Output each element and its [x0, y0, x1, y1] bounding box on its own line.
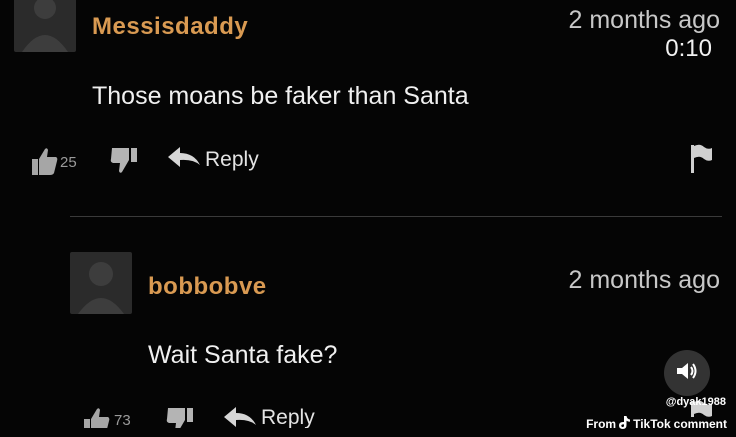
video-elapsed-time: 0:10	[665, 35, 712, 62]
dislike-button[interactable]	[110, 146, 138, 174]
like-button[interactable]	[84, 406, 110, 428]
thumbs-down-icon	[110, 148, 138, 178]
thumbs-up-icon	[32, 148, 58, 180]
comment-suffix: comment	[673, 417, 727, 431]
dislike-button[interactable]	[166, 406, 194, 428]
tiktok-watermark: From TikTok comment	[586, 416, 727, 432]
tiktok-note-icon	[619, 416, 631, 432]
sound-toggle-button[interactable]	[664, 350, 710, 396]
flag-button[interactable]	[690, 144, 712, 174]
reply-button[interactable]: Reply	[168, 146, 259, 173]
tiktok-handle[interactable]: @dyak1988	[666, 396, 726, 408]
comment-text: Wait Santa fake?	[148, 341, 338, 369]
action-row-cutoff: 73 Reply	[0, 402, 600, 437]
flag-icon	[690, 144, 712, 178]
reply-arrow-icon	[224, 406, 256, 428]
reply-arrow-icon	[168, 146, 200, 173]
like-count: 25	[60, 154, 77, 171]
from-label: From	[586, 417, 617, 431]
like-button[interactable]	[32, 146, 58, 176]
tiktok-brand: TikTok	[633, 417, 671, 431]
reply-label: Reply	[205, 147, 259, 171]
comment-username[interactable]: Messisdaddy	[92, 13, 248, 41]
thumbs-up-icon	[84, 408, 110, 428]
thumbs-down-icon	[166, 408, 194, 428]
comment-timestamp: 2 months ago	[568, 266, 721, 294]
comment-divider	[70, 216, 722, 217]
avatar[interactable]	[70, 252, 132, 314]
reply-button[interactable]: Reply	[224, 406, 315, 428]
reply-label: Reply	[261, 406, 315, 428]
comment-text: Those moans be faker than Santa	[92, 82, 469, 110]
comment-timestamp: 2 months ago	[568, 6, 721, 34]
comment-username[interactable]: bobbobve	[148, 273, 267, 301]
speaker-icon	[676, 361, 698, 386]
avatar[interactable]	[14, 0, 76, 52]
like-count: 73	[114, 412, 131, 428]
